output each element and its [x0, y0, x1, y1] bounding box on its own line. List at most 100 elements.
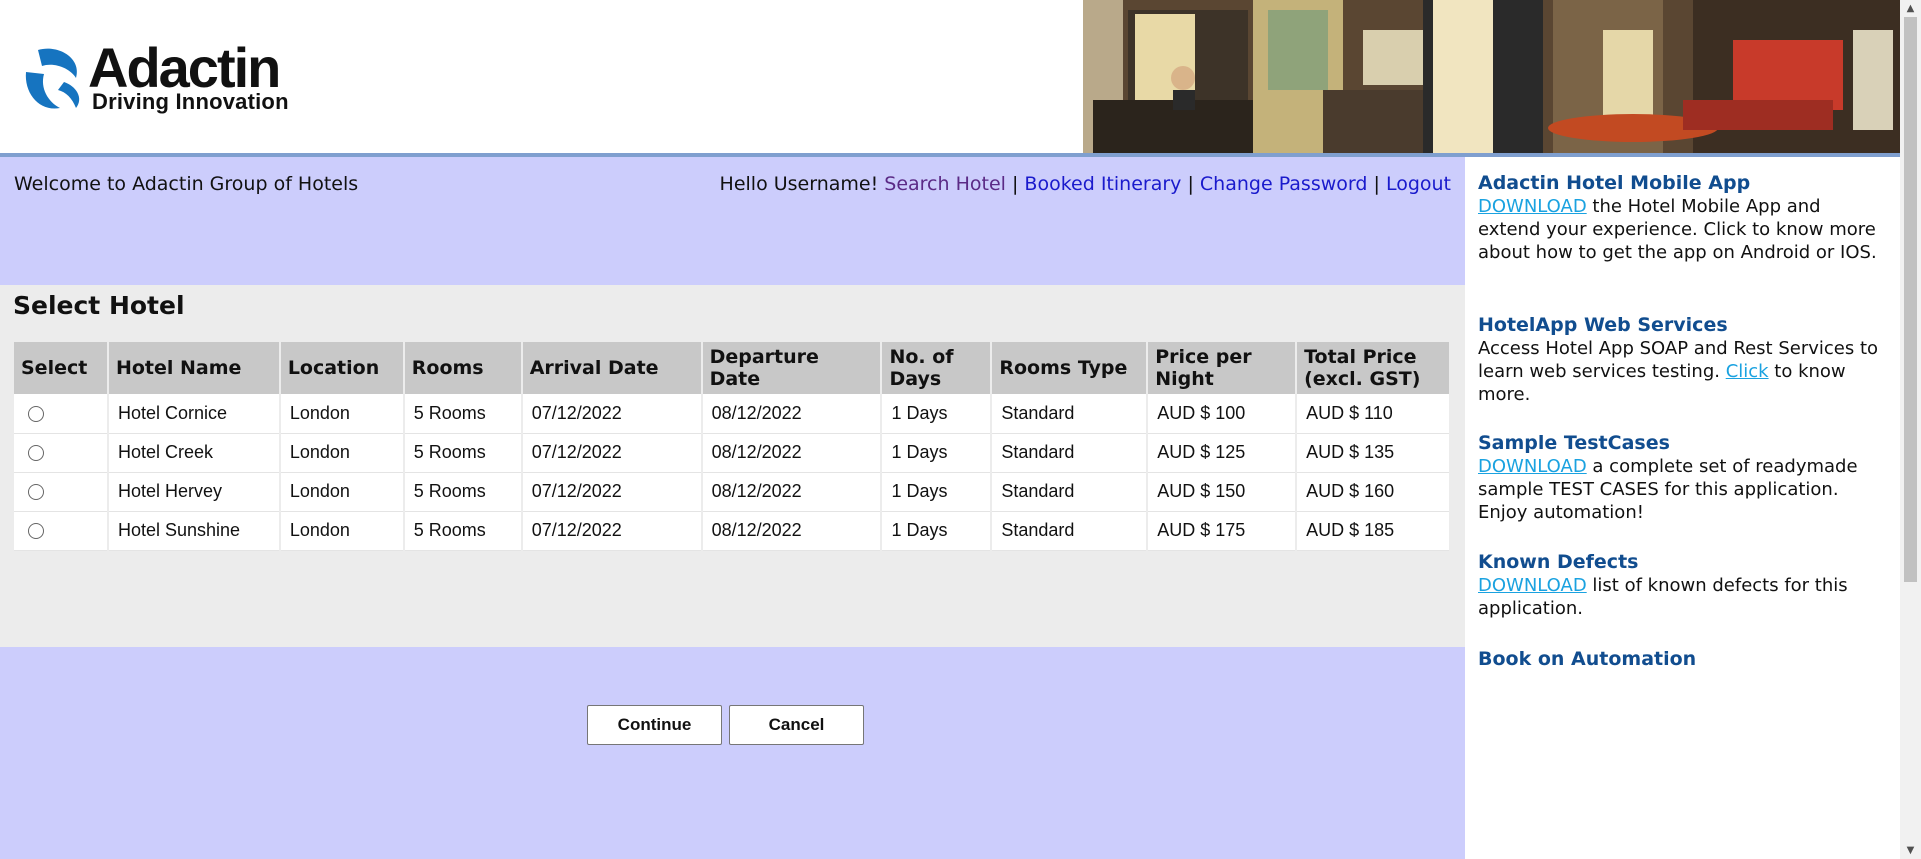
rooms-cell: 5 Rooms: [403, 394, 523, 434]
hotel-lobby-banner: [1083, 0, 1900, 154]
page: Adactin Driving Innovation Welcome to Ad…: [0, 0, 1900, 859]
right-sidebar: Adactin Hotel Mobile App DOWNLOAD the Ho…: [1465, 157, 1900, 859]
rooms-type-cell: Standard: [991, 511, 1149, 551]
total-price-cell: AUD $ 185: [1296, 511, 1451, 551]
total-price-cell: AUD $ 160: [1296, 472, 1451, 512]
arrival-date-cell: 07/12/2022: [521, 394, 703, 434]
rooms-cell: 5 Rooms: [403, 433, 523, 473]
location-cell: London: [279, 511, 405, 551]
column-header-no-of-days: No. of Days: [881, 342, 993, 394]
vertical-scrollbar[interactable]: ▲ ▼: [1900, 0, 1921, 859]
table-row: Hotel Sunshine London 5 Rooms 07/12/2022…: [14, 511, 1451, 551]
radio-button-hotel-sunshine[interactable]: [28, 523, 44, 540]
column-header-price-per-night: Price per Night: [1147, 342, 1298, 394]
hotel-lobby-image: [1083, 0, 1900, 154]
web-services-block: HotelApp Web Services Access Hotel App S…: [1478, 314, 1888, 406]
web-services-title: HotelApp Web Services: [1478, 314, 1728, 336]
rooms-cell: 5 Rooms: [403, 472, 523, 512]
select-cell: [14, 394, 109, 434]
nav-separator: |: [1187, 173, 1194, 195]
welcome-text: Welcome to Adactin Group of Hotels: [14, 173, 359, 195]
header: Adactin Driving Innovation: [0, 0, 1900, 157]
no-of-days-cell: 1 Days: [881, 394, 993, 434]
table-row: Hotel Creek London 5 Rooms 07/12/2022 08…: [14, 433, 1451, 473]
greeting-text: Hello Username!: [719, 173, 879, 195]
test-cases-download-link[interactable]: DOWNLOAD: [1478, 456, 1587, 477]
continue-button[interactable]: Continue: [587, 705, 722, 745]
table-header-row: Select Hotel Name Location Rooms Arrival…: [14, 342, 1451, 394]
column-header-total-price: Total Price (excl. GST): [1296, 342, 1451, 394]
radio-button-hotel-cornice[interactable]: [28, 406, 44, 422]
column-header-hotel-name: Hotel Name: [107, 342, 281, 394]
arrival-date-cell: 07/12/2022: [521, 472, 703, 512]
price-per-night-cell: AUD $ 150: [1147, 472, 1298, 512]
location-cell: London: [279, 394, 405, 434]
radio-button-hotel-hervey[interactable]: [28, 484, 44, 501]
arrival-date-cell: 07/12/2022: [521, 433, 703, 473]
hotel-name-cell: Hotel Sunshine: [107, 511, 281, 551]
table-row: Hotel Hervey London 5 Rooms 07/12/2022 0…: [14, 472, 1451, 512]
logout-link[interactable]: Logout: [1386, 173, 1451, 195]
scrollbar-thumb[interactable]: [1904, 17, 1917, 582]
page-title: Select Hotel: [13, 291, 185, 320]
adactin-logo[interactable]: Adactin Driving Innovation: [18, 38, 318, 118]
test-cases-title: Sample TestCases: [1478, 432, 1670, 454]
total-price-cell: AUD $ 110: [1296, 394, 1451, 434]
departure-date-cell: 08/12/2022: [701, 433, 883, 473]
known-defects-block: Known Defects DOWNLOAD list of known def…: [1478, 551, 1888, 620]
booked-itinerary-link[interactable]: Booked Itinerary: [1024, 173, 1181, 195]
book-on-automation-title[interactable]: Book on Automation: [1478, 648, 1888, 671]
select-cell: [14, 472, 109, 512]
select-hotel-section: Select Hotel Select Hotel Name Location …: [0, 285, 1465, 745]
nav-separator: |: [1011, 173, 1019, 195]
logo-tagline: Driving Innovation: [92, 89, 289, 114]
scroll-up-arrow-icon[interactable]: ▲: [1900, 0, 1921, 17]
radio-button-hotel-creek[interactable]: [28, 445, 44, 462]
select-cell: [14, 511, 109, 551]
price-per-night-cell: AUD $ 175: [1147, 511, 1298, 551]
scroll-down-arrow-icon[interactable]: ▼: [1900, 842, 1921, 859]
known-defects-download-link[interactable]: DOWNLOAD: [1478, 575, 1587, 596]
rooms-type-cell: Standard: [991, 394, 1149, 434]
web-services-click-link[interactable]: Click: [1726, 361, 1769, 382]
departure-date-cell: 08/12/2022: [701, 472, 883, 512]
price-per-night-cell: AUD $ 100: [1147, 394, 1298, 434]
price-per-night-cell: AUD $ 125: [1147, 433, 1298, 473]
departure-date-cell: 08/12/2022: [701, 511, 883, 551]
main-panel: Welcome to Adactin Group of Hotels Hello…: [0, 157, 1465, 859]
rooms-type-cell: Standard: [991, 472, 1149, 512]
arrival-date-cell: 07/12/2022: [521, 511, 703, 551]
rooms-cell: 5 Rooms: [403, 511, 523, 551]
rooms-type-cell: Standard: [991, 433, 1149, 473]
column-header-select: Select: [14, 342, 109, 394]
column-header-arrival-date: Arrival Date: [521, 342, 703, 394]
no-of-days-cell: 1 Days: [881, 433, 993, 473]
known-defects-title: Known Defects: [1478, 551, 1639, 573]
logo-swirl-icon: [25, 48, 80, 109]
mobile-app-text: DOWNLOAD the Hotel Mobile App and extend…: [1478, 195, 1888, 264]
column-header-departure-date: Departure Date: [701, 342, 883, 394]
known-defects-text: DOWNLOAD list of known defects for this …: [1478, 574, 1888, 620]
column-header-location: Location: [279, 342, 405, 394]
test-cases-text: DOWNLOAD a complete set of readymade sam…: [1478, 455, 1888, 524]
search-hotel-link[interactable]: Search Hotel: [884, 173, 1006, 195]
book-block: Book on Automation: [1478, 648, 1888, 671]
cancel-button[interactable]: Cancel: [729, 705, 864, 745]
no-of-days-cell: 1 Days: [881, 472, 993, 512]
column-header-rooms-type: Rooms Type: [991, 342, 1149, 394]
departure-date-cell: 08/12/2022: [701, 394, 883, 434]
hotel-name-cell: Hotel Cornice: [107, 394, 281, 434]
no-of-days-cell: 1 Days: [881, 511, 993, 551]
total-price-cell: AUD $ 135: [1296, 433, 1451, 473]
hotel-name-cell: Hotel Hervey: [107, 472, 281, 512]
change-password-link[interactable]: Change Password: [1200, 173, 1368, 195]
mobile-app-title: Adactin Hotel Mobile App: [1478, 172, 1751, 194]
hotel-results-table: Select Hotel Name Location Rooms Arrival…: [14, 342, 1451, 551]
mobile-app-download-link[interactable]: DOWNLOAD: [1478, 196, 1587, 217]
mobile-app-block: Adactin Hotel Mobile App DOWNLOAD the Ho…: [1478, 172, 1888, 264]
nav-separator: |: [1373, 173, 1380, 195]
hotel-name-cell: Hotel Creek: [107, 433, 281, 473]
table-row: Hotel Cornice London 5 Rooms 07/12/2022 …: [14, 394, 1451, 434]
location-cell: London: [279, 433, 405, 473]
top-navigation: Hello Username! Search Hotel | Booked It…: [720, 173, 1451, 195]
